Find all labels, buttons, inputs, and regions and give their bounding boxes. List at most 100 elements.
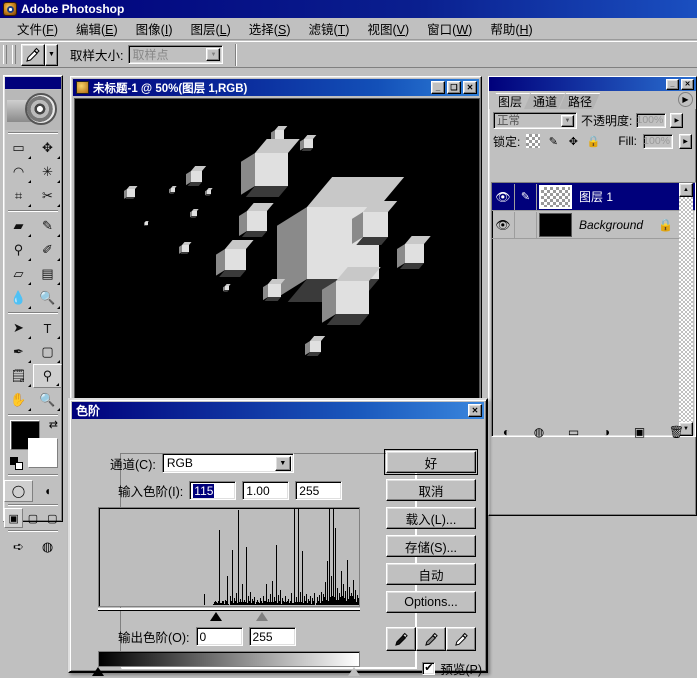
layer-style-button[interactable]: ◐ <box>503 425 510 439</box>
crop-tool[interactable]: ⌗ <box>4 184 33 208</box>
fill-value[interactable]: 100% <box>643 133 673 149</box>
blur-tool[interactable]: 💧 <box>4 286 33 310</box>
levels-dialog-title-bar[interactable]: 色阶 ✕ <box>72 402 484 419</box>
dodge-tool[interactable]: 🔍 <box>33 286 62 310</box>
channel-select[interactable]: RGB ▼ <box>161 453 294 473</box>
history-brush-tool[interactable]: ✐ <box>33 238 62 262</box>
lock-all-icon[interactable]: 🔒 <box>586 134 600 148</box>
layer-thumbnail[interactable] <box>539 184 572 209</box>
lock-image-icon[interactable]: ✎ <box>546 134 560 148</box>
layer-row[interactable]: 👁 Background 🔒 <box>492 211 695 239</box>
blend-mode-select[interactable]: 正常 ▼ <box>493 111 577 129</box>
adjustment-layer-button[interactable]: ◑ <box>603 425 610 439</box>
output-black-field[interactable]: 0 <box>195 627 243 646</box>
input-gamma-field[interactable]: 1.00 <box>242 481 290 500</box>
options-bar-grip-2[interactable] <box>12 45 16 64</box>
layer-edit-brush-icon[interactable]: ✎ <box>515 183 537 210</box>
load-button[interactable]: 载入(L)... <box>386 507 476 529</box>
menu-item-v[interactable]: 视图(V) <box>358 17 418 40</box>
palette-close-button[interactable]: ✕ <box>681 78 694 90</box>
eyedropper-tool[interactable]: ⚲ <box>33 364 62 388</box>
toolbox-title-bar[interactable] <box>5 77 61 89</box>
layer-list-scrollbar[interactable]: ▲ ▼ <box>679 183 693 436</box>
standard-mode-button[interactable]: ◯ <box>4 480 33 502</box>
input-white-slider[interactable] <box>354 612 366 621</box>
scrollbar-track[interactable] <box>679 197 693 422</box>
levels-close-button[interactable]: ✕ <box>468 404 482 417</box>
layer-thumbnail[interactable] <box>539 212 572 237</box>
notes-tool[interactable]: 🗒 <box>4 364 33 388</box>
chevron-up-icon[interactable]: ▲ <box>679 183 693 197</box>
cancel-button[interactable]: 取消 <box>386 479 476 501</box>
layers-palette-title-bar[interactable]: _ ✕ <box>489 77 696 91</box>
brush-tool[interactable]: ✎ <box>33 214 62 238</box>
set-white-point-eyedropper[interactable] <box>446 627 476 651</box>
output-level-sliders[interactable] <box>92 666 360 678</box>
options-button[interactable]: Options... <box>386 591 476 613</box>
hand-tool[interactable]: ✋ <box>4 388 33 412</box>
lasso-tool[interactable]: ◠ <box>4 160 33 184</box>
layer-edit-brush-icon[interactable] <box>515 211 537 238</box>
palette-menu-icon[interactable]: ▶ <box>678 92 693 107</box>
type-tool[interactable]: T <box>33 316 62 340</box>
menu-item-w[interactable]: 窗口(W) <box>418 17 481 40</box>
tab-channels[interactable]: 通道 <box>524 93 565 109</box>
gradient-tool[interactable]: ▤ <box>33 262 62 286</box>
chevron-down-icon[interactable]: ▼ <box>274 456 291 471</box>
marquee-tool[interactable]: ▭ <box>4 136 33 160</box>
options-bar-grip[interactable] <box>3 45 7 64</box>
auto-button[interactable]: 自动 <box>386 563 476 585</box>
input-white-field[interactable]: 255 <box>295 481 343 500</box>
document-canvas-area[interactable] <box>74 98 480 399</box>
layer-visibility-eye-icon[interactable]: 👁 <box>492 183 515 210</box>
layer-visibility-eye-icon[interactable]: 👁 <box>492 211 515 238</box>
input-black-slider[interactable] <box>210 612 223 621</box>
output-white-slider[interactable] <box>348 667 360 676</box>
pen-tool[interactable]: ✒ <box>4 340 33 364</box>
set-gray-point-eyedropper[interactable] <box>416 627 446 651</box>
fullscreen-menubar-mode-button[interactable]: ▢ <box>23 508 42 528</box>
lock-position-icon[interactable]: ✥ <box>566 134 580 148</box>
zoom-tool[interactable]: 🔍 <box>33 388 62 412</box>
close-button[interactable]: ✕ <box>463 81 477 94</box>
move-tool[interactable]: ✥ <box>33 136 62 160</box>
chevron-down-icon[interactable]: ▼ <box>206 48 221 61</box>
preview-row[interactable]: ✔ 预览(P) <box>422 659 482 678</box>
menu-item-f[interactable]: 文件(F) <box>8 17 67 40</box>
jump-to-imageready-button[interactable]: ➪ <box>4 535 33 559</box>
set-black-point-eyedropper[interactable] <box>386 627 416 651</box>
background-color-swatch[interactable] <box>28 438 58 468</box>
document-title-bar[interactable]: 未标题-1 @ 50%(图层 1,RGB) _ ❑ ✕ <box>73 79 479 96</box>
maximize-button[interactable]: ❑ <box>447 81 461 94</box>
quickmask-mode-button[interactable]: ◖ <box>33 480 62 502</box>
output-white-field[interactable]: 255 <box>248 627 296 646</box>
input-level-sliders[interactable] <box>98 611 366 623</box>
eyedropper-icon[interactable] <box>21 43 45 66</box>
fullscreen-mode-button[interactable]: ▢ <box>43 508 62 528</box>
menu-item-h[interactable]: 帮助(H) <box>481 17 541 40</box>
minimize-button[interactable]: _ <box>431 81 445 94</box>
new-group-button[interactable]: ▭ <box>568 425 579 439</box>
tool-preset-chevron-down-icon[interactable]: ▼ <box>45 43 58 66</box>
clone-stamp-tool[interactable]: ⚲ <box>4 238 33 262</box>
menu-item-s[interactable]: 选择(S) <box>240 17 300 40</box>
shape-tool[interactable]: ▢ <box>33 340 62 364</box>
menu-item-e[interactable]: 编辑(E) <box>67 17 127 40</box>
healing-brush-tool[interactable]: ▰ <box>4 214 33 238</box>
input-gray-slider[interactable] <box>256 612 269 621</box>
fill-chevron-right-icon[interactable]: ▶ <box>679 133 692 149</box>
image-canvas[interactable] <box>75 99 479 398</box>
ok-button[interactable]: 好 <box>384 449 478 475</box>
chevron-down-icon[interactable]: ▼ <box>561 114 574 127</box>
layer-mask-button[interactable]: ◍ <box>534 425 544 439</box>
layer-list[interactable]: 👁 ✎ 图层 1 👁 Background 🔒 ▲ ▼ <box>491 182 696 437</box>
menu-item-l[interactable]: 图层(L) <box>182 17 240 40</box>
opacity-chevron-right-icon[interactable]: ▶ <box>670 112 684 128</box>
save-button[interactable]: 存储(S)... <box>386 535 476 557</box>
magic-wand-tool[interactable]: ✳ <box>33 160 62 184</box>
path-selection-tool[interactable]: ➤ <box>4 316 33 340</box>
output-black-slider[interactable] <box>92 667 104 676</box>
delete-layer-button[interactable]: 🗑 <box>669 425 684 439</box>
default-colors-icon[interactable] <box>10 457 23 470</box>
tab-layers[interactable]: 图层 <box>489 93 530 109</box>
